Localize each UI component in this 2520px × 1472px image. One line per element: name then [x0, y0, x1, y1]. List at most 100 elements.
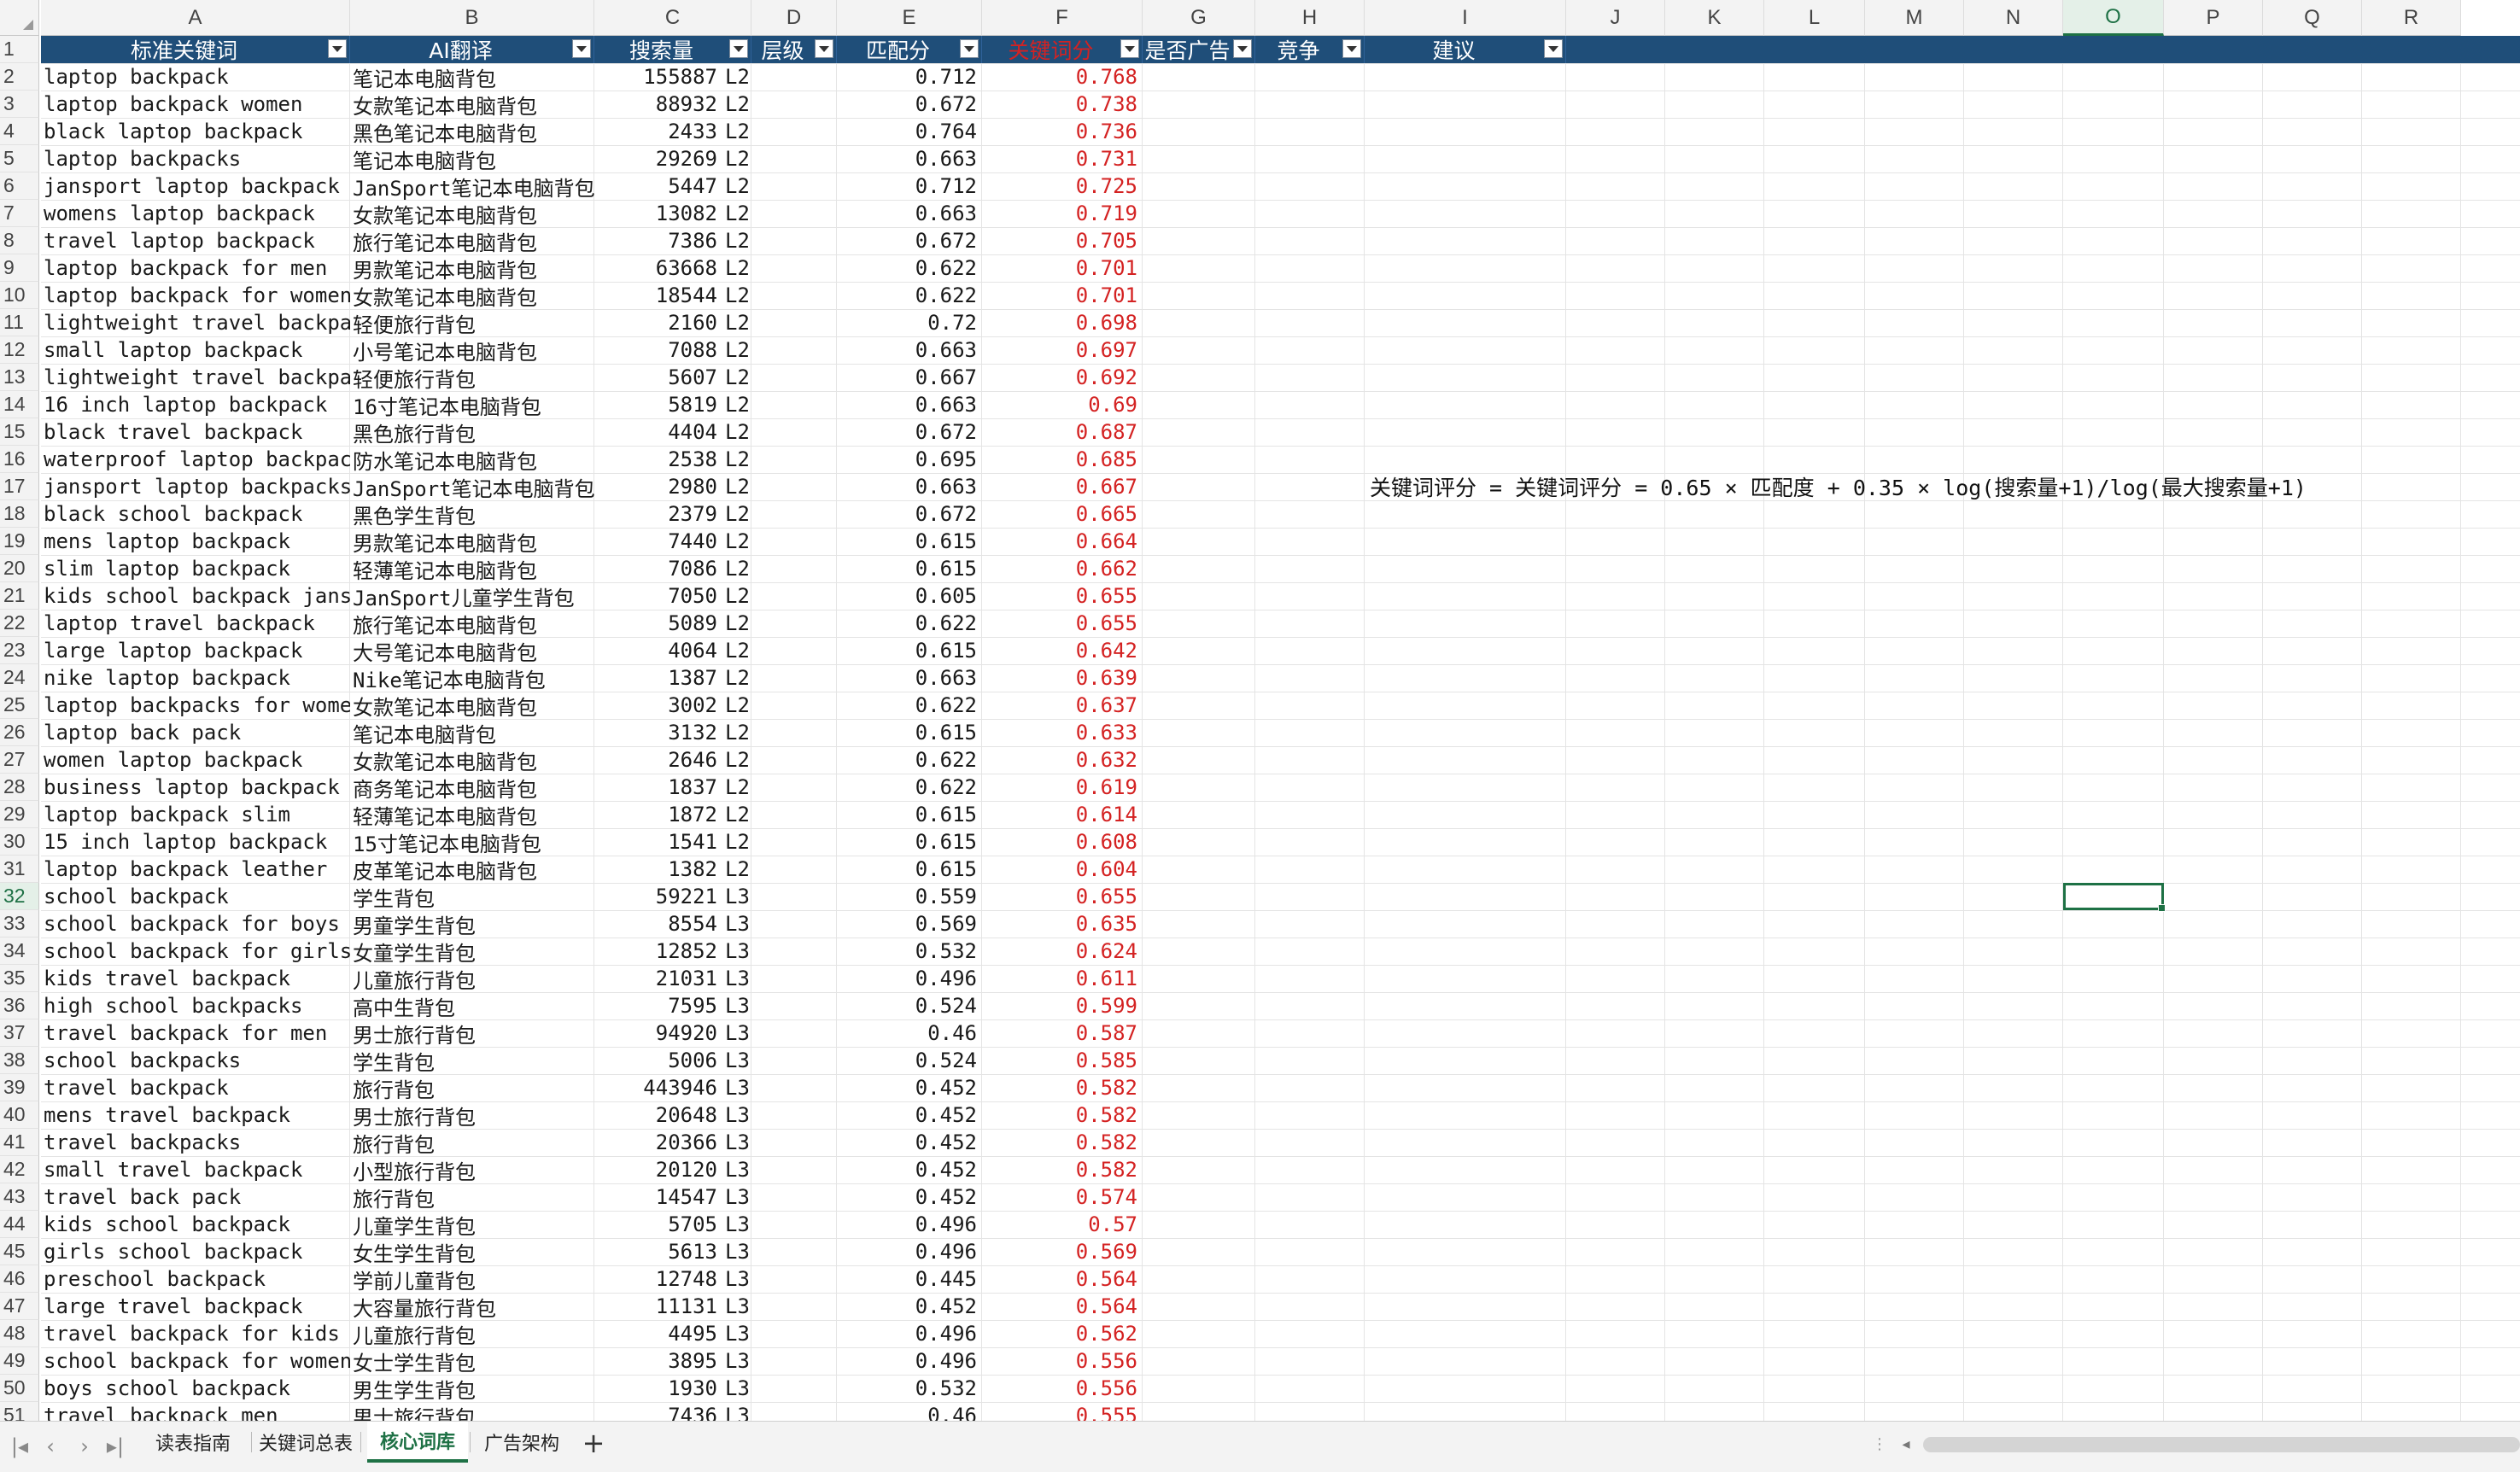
keyword-score-cell[interactable]: 0.736	[982, 118, 1143, 145]
translation-cell[interactable]: 16寸笔记本电脑背包	[350, 391, 598, 419]
translation-cell[interactable]: 男士旅行背包	[350, 1101, 598, 1130]
column-header-H[interactable]: H	[1255, 0, 1365, 36]
level-cell[interactable]: L2	[722, 692, 837, 719]
row-header-19[interactable]: 19	[0, 528, 39, 555]
translation-cell[interactable]: 女款笔记本电脑背包	[350, 692, 598, 720]
translation-cell[interactable]: 女士学生背包	[350, 1347, 598, 1376]
translation-cell[interactable]: 笔记本电脑背包	[350, 63, 598, 91]
row-header-32[interactable]: 32	[0, 883, 39, 910]
match-score-cell[interactable]: 0.663	[837, 664, 982, 692]
level-cell[interactable]: L2	[722, 719, 837, 746]
row-header-37[interactable]: 37	[0, 1019, 39, 1047]
match-score-cell[interactable]: 0.615	[837, 555, 982, 582]
header-cell-suggestion[interactable]: 建议	[1365, 36, 1566, 63]
keyword-cell[interactable]: 16 inch laptop backpack	[41, 391, 350, 418]
search-volume-cell[interactable]: 4064	[594, 637, 722, 664]
prev-sheet-nav-icon[interactable]: ‹	[38, 1434, 63, 1459]
keyword-score-cell[interactable]: 0.662	[982, 555, 1143, 582]
search-volume-cell[interactable]: 12852	[594, 938, 722, 965]
search-volume-cell[interactable]: 1382	[594, 856, 722, 883]
search-volume-cell[interactable]: 7595	[594, 992, 722, 1019]
translation-cell[interactable]: 黑色笔记本电脑背包	[350, 118, 598, 146]
translation-cell[interactable]: 男士旅行背包	[350, 1019, 598, 1048]
translation-cell[interactable]: 黑色学生背包	[350, 500, 598, 529]
translation-cell[interactable]: 小号笔记本电脑背包	[350, 336, 598, 365]
translation-cell[interactable]: 小型旅行背包	[350, 1156, 598, 1184]
level-cell[interactable]: L2	[722, 610, 837, 637]
search-volume-cell[interactable]: 5607	[594, 364, 722, 391]
level-cell[interactable]: L2	[722, 446, 837, 473]
filter-dropdown-icon[interactable]	[960, 39, 979, 58]
match-score-cell[interactable]: 0.559	[837, 883, 982, 910]
search-volume-cell[interactable]: 63668	[594, 254, 722, 282]
level-cell[interactable]: L2	[722, 774, 837, 801]
level-cell[interactable]: L3	[722, 1402, 837, 1421]
search-volume-cell[interactable]: 21031	[594, 965, 722, 992]
match-score-cell[interactable]: 0.615	[837, 719, 982, 746]
column-header-N[interactable]: N	[1964, 0, 2063, 36]
level-cell[interactable]: L2	[722, 145, 837, 172]
level-cell[interactable]: L3	[722, 910, 837, 938]
keyword-cell[interactable]: laptop backpack for women	[41, 282, 350, 309]
translation-cell[interactable]: 防水笔记本电脑背包	[350, 446, 598, 474]
formula-note[interactable]: 关键词评分 = 关键词评分 = 0.65 × 匹配度 + 0.35 × log(…	[1370, 473, 2307, 500]
keyword-score-cell[interactable]: 0.655	[982, 883, 1143, 910]
match-score-cell[interactable]: 0.622	[837, 746, 982, 774]
keyword-cell[interactable]: girls school backpack	[41, 1238, 350, 1265]
column-header-E[interactable]: E	[837, 0, 982, 36]
keyword-cell[interactable]: laptop backpacks for women	[41, 692, 350, 719]
match-score-cell[interactable]: 0.452	[837, 1156, 982, 1183]
translation-cell[interactable]: 女款笔记本电脑背包	[350, 91, 598, 119]
header-cell-keyword[interactable]: 标准关键词	[41, 36, 350, 63]
row-header-27[interactable]: 27	[0, 746, 39, 774]
keyword-cell[interactable]: school backpack for women	[41, 1347, 350, 1375]
keyword-score-cell[interactable]: 0.705	[982, 227, 1143, 254]
keyword-cell[interactable]: travel backpack men	[41, 1402, 350, 1421]
row-header-34[interactable]: 34	[0, 938, 39, 965]
keyword-cell[interactable]: large travel backpack	[41, 1293, 350, 1320]
keyword-cell[interactable]: travel laptop backpack	[41, 227, 350, 254]
search-volume-cell[interactable]: 5705	[594, 1211, 722, 1238]
search-volume-cell[interactable]: 59221	[594, 883, 722, 910]
keyword-cell[interactable]: laptop backpacks	[41, 145, 350, 172]
level-cell[interactable]: L2	[722, 500, 837, 528]
match-score-cell[interactable]: 0.452	[837, 1183, 982, 1211]
translation-cell[interactable]: 笔记本电脑背包	[350, 145, 598, 173]
keyword-cell[interactable]: lightweight travel backpacks	[41, 364, 350, 391]
column-header-I[interactable]: I	[1365, 0, 1566, 36]
level-cell[interactable]: L3	[722, 938, 837, 965]
match-score-cell[interactable]: 0.764	[837, 118, 982, 145]
keyword-cell[interactable]: school backpacks	[41, 1047, 350, 1074]
translation-cell[interactable]: 轻便旅行背包	[350, 364, 598, 392]
search-volume-cell[interactable]: 7086	[594, 555, 722, 582]
search-volume-cell[interactable]: 1872	[594, 801, 722, 828]
column-header-A[interactable]: A	[41, 0, 350, 36]
row-header-39[interactable]: 39	[0, 1074, 39, 1101]
match-score-cell[interactable]: 0.695	[837, 446, 982, 473]
translation-cell[interactable]: 高中生背包	[350, 992, 598, 1020]
search-volume-cell[interactable]: 20366	[594, 1129, 722, 1156]
level-cell[interactable]: L3	[722, 1238, 837, 1265]
keyword-score-cell[interactable]: 0.556	[982, 1347, 1143, 1375]
level-cell[interactable]: L2	[722, 227, 837, 254]
keyword-score-cell[interactable]: 0.642	[982, 637, 1143, 664]
translation-cell[interactable]: 轻薄笔记本电脑背包	[350, 555, 598, 583]
keyword-cell[interactable]: black laptop backpack	[41, 118, 350, 145]
translation-cell[interactable]: 大容量旅行背包	[350, 1293, 598, 1321]
match-score-cell[interactable]: 0.532	[837, 938, 982, 965]
level-cell[interactable]: L2	[722, 473, 837, 500]
match-score-cell[interactable]: 0.667	[837, 364, 982, 391]
translation-cell[interactable]: 旅行背包	[350, 1129, 598, 1157]
translation-cell[interactable]: 学前儿童背包	[350, 1265, 598, 1294]
search-volume-cell[interactable]: 8554	[594, 910, 722, 938]
keyword-score-cell[interactable]: 0.611	[982, 965, 1143, 992]
level-cell[interactable]: L2	[722, 391, 837, 418]
keyword-score-cell[interactable]: 0.57	[982, 1211, 1143, 1238]
keyword-score-cell[interactable]: 0.667	[982, 473, 1143, 500]
keyword-score-cell[interactable]: 0.637	[982, 692, 1143, 719]
keyword-score-cell[interactable]: 0.725	[982, 172, 1143, 200]
row-header-1[interactable]: 1	[0, 36, 39, 63]
keyword-score-cell[interactable]: 0.697	[982, 336, 1143, 364]
first-sheet-nav-icon[interactable]: |◂	[7, 1434, 32, 1459]
match-score-cell[interactable]: 0.663	[837, 336, 982, 364]
